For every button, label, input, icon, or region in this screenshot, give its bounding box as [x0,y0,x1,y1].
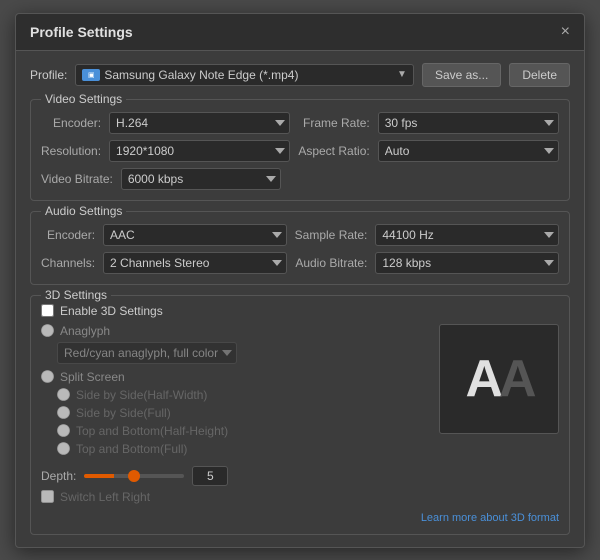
profile-row: Profile: ▣ Samsung Galaxy Note Edge (*.m… [30,63,570,87]
3d-settings-section: 3D Settings Enable 3D Settings Anaglyph … [30,295,570,535]
title-bar: Profile Settings × [16,14,584,51]
close-button[interactable]: × [561,24,570,40]
anaglyph-radio[interactable] [41,324,54,337]
3d-options-left: Anaglyph Red/cyan anaglyph, full color S… [41,324,429,460]
sample-rate-select[interactable]: 44100 Hz [375,224,559,246]
video-settings-section: Video Settings Encoder: H.264 Frame Rate… [30,99,570,201]
side-by-side-half-label[interactable]: Side by Side(Half-Width) [76,388,207,402]
depth-label: Depth: [41,469,76,483]
switch-lr-checkbox[interactable] [41,490,54,503]
switch-lr-label[interactable]: Switch Left Right [60,490,150,504]
depth-slider[interactable] [84,474,184,478]
audio-bitrate-select[interactable]: 128 kbps [375,252,559,274]
top-bottom-half-label[interactable]: Top and Bottom(Half-Height) [76,424,228,438]
enable-3d-label[interactable]: Enable 3D Settings [60,304,163,318]
channels-select[interactable]: 2 Channels Stereo [103,252,287,274]
3d-preview: AA [439,324,559,434]
profile-dropdown-arrow[interactable]: ▼ [397,69,407,80]
top-bottom-full-label[interactable]: Top and Bottom(Full) [76,442,187,456]
enable-3d-row: Enable 3D Settings [41,304,559,318]
side-by-side-full-radio[interactable] [57,406,70,419]
learn-more-row: Learn more about 3D format [41,510,559,524]
split-screen-options: Side by Side(Half-Width) Side by Side(Fu… [57,388,429,456]
resolution-label: Resolution: [41,144,101,158]
encoder-select[interactable]: H.264 [109,112,290,134]
top-bottom-full-radio[interactable] [57,442,70,455]
switch-lr-row: Switch Left Right [41,490,559,504]
3d-body: Anaglyph Red/cyan anaglyph, full color S… [41,324,559,460]
side-by-side-half-radio[interactable] [57,388,70,401]
video-bitrate-label: Video Bitrate: [41,172,113,186]
depth-row: Depth: 5 [41,466,559,486]
aspect-ratio-select[interactable]: Auto [378,140,559,162]
preview-text-shadow: A [499,349,533,409]
profile-settings-dialog: Profile Settings × Profile: ▣ Samsung Ga… [15,13,585,548]
audio-settings-title: Audio Settings [41,204,126,218]
sample-rate-label: Sample Rate: [295,228,368,242]
side-by-side-full-row: Side by Side(Full) [57,406,429,420]
dialog-content: Profile: ▣ Samsung Galaxy Note Edge (*.m… [16,51,584,547]
top-bottom-half-radio[interactable] [57,424,70,437]
preview-text: A [465,349,499,409]
video-settings-title: Video Settings [41,92,126,106]
split-screen-radio[interactable] [41,370,54,383]
resolution-select[interactable]: 1920*1080 [109,140,290,162]
anaglyph-row: Anaglyph [41,324,429,338]
audio-encoder-label: Encoder: [41,228,95,242]
audio-settings-section: Audio Settings Encoder: AAC Sample Rate:… [30,211,570,285]
dialog-title: Profile Settings [30,24,133,40]
video-bitrate-select[interactable]: 6000 kbps [121,168,281,190]
top-bottom-half-row: Top and Bottom(Half-Height) [57,424,429,438]
side-by-side-full-label[interactable]: Side by Side(Full) [76,406,171,420]
audio-bitrate-label: Audio Bitrate: [295,256,368,270]
enable-3d-checkbox[interactable] [41,304,54,317]
video-settings-grid: Encoder: H.264 Frame Rate: 30 fps Resolu… [41,112,559,162]
frame-rate-label: Frame Rate: [298,116,369,130]
side-by-side-half-row: Side by Side(Half-Width) [57,388,429,402]
aspect-ratio-label: Aspect Ratio: [298,144,369,158]
split-screen-row: Split Screen [41,370,429,384]
profile-icon: ▣ [82,69,100,81]
delete-button[interactable]: Delete [509,63,570,87]
frame-rate-select[interactable]: 30 fps [378,112,559,134]
anaglyph-type-select[interactable]: Red/cyan anaglyph, full color [57,342,237,364]
encoder-label: Encoder: [41,116,101,130]
profile-label: Profile: [30,68,67,82]
profile-value: Samsung Galaxy Note Edge (*.mp4) [104,68,389,82]
audio-encoder-select[interactable]: AAC [103,224,287,246]
depth-value-input[interactable]: 5 [192,466,228,486]
learn-more-link[interactable]: Learn more about 3D format [421,512,559,524]
3d-settings-title: 3D Settings [41,288,111,302]
channels-label: Channels: [41,256,95,270]
video-bitrate-row: Video Bitrate: 6000 kbps [41,168,559,190]
anaglyph-label[interactable]: Anaglyph [60,324,110,338]
split-screen-label[interactable]: Split Screen [60,370,125,384]
audio-settings-grid: Encoder: AAC Sample Rate: 44100 Hz Chann… [41,224,559,274]
top-bottom-full-row: Top and Bottom(Full) [57,442,429,456]
profile-select-wrapper: ▣ Samsung Galaxy Note Edge (*.mp4) ▼ [75,64,414,86]
save-as-button[interactable]: Save as... [422,63,501,87]
